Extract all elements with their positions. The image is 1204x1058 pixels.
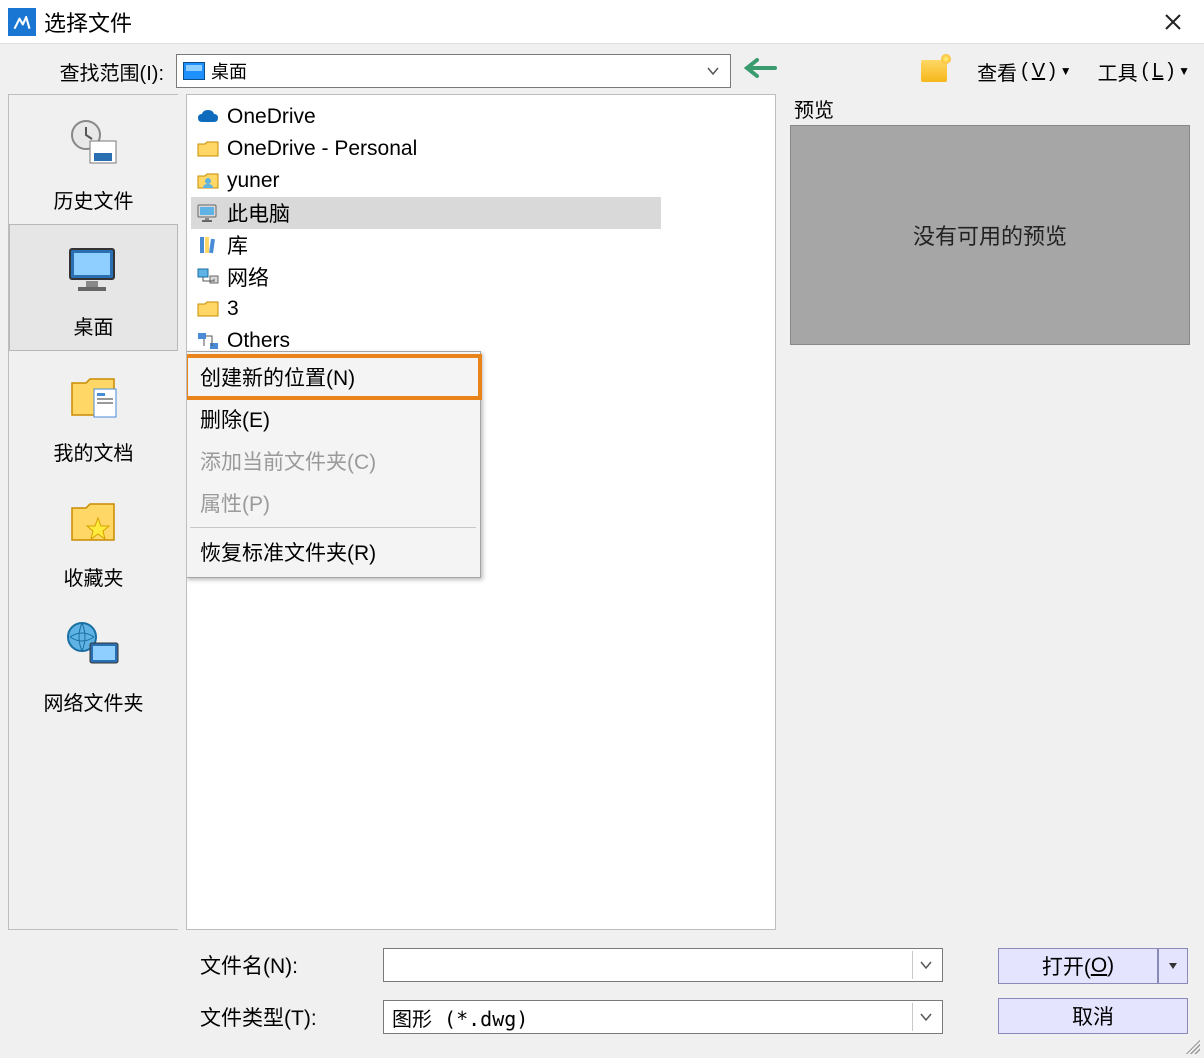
dialog-title: 选择文件 bbox=[44, 6, 1150, 38]
lookin-value: 桌面 bbox=[211, 58, 247, 84]
file-row[interactable]: 3 bbox=[191, 293, 771, 325]
new-folder-icon[interactable] bbox=[921, 60, 947, 82]
filename-input[interactable] bbox=[383, 948, 943, 982]
bottom-section: 文件名(N): 文件类型(T): 图形 (*.dwg) 打开(O) bbox=[0, 930, 1204, 1058]
context-menu-item-add-current: 添加当前文件夹(C) bbox=[186, 440, 480, 482]
places-sidebar: 历史文件 桌面 我的文档 收藏夹 bbox=[8, 94, 178, 930]
filename-row: 文件名(N): bbox=[200, 948, 964, 982]
preview-title: 预览 bbox=[790, 94, 1190, 125]
file-open-dialog: 选择文件 查找范围(I): 桌面 查看(V) ▼ 工具(L) ▼ bbox=[0, 0, 1204, 1058]
documents-icon bbox=[62, 365, 126, 429]
nodes-icon bbox=[195, 329, 221, 353]
center-column: OneDrive OneDrive - Personal yuner 此电脑 库 bbox=[186, 94, 776, 930]
sidebar-item-network[interactable]: 网络文件夹 bbox=[9, 601, 178, 726]
resize-grip[interactable] bbox=[1182, 1036, 1200, 1054]
close-button[interactable] bbox=[1150, 2, 1196, 42]
cancel-button[interactable]: 取消 bbox=[998, 998, 1188, 1034]
sidebar-item-documents[interactable]: 我的文档 bbox=[9, 351, 178, 476]
titlebar: 选择文件 bbox=[0, 0, 1204, 44]
triangle-down-icon: ▼ bbox=[1060, 64, 1072, 78]
file-row[interactable]: 网络 bbox=[191, 261, 771, 293]
library-icon bbox=[195, 233, 221, 257]
user-folder-icon bbox=[195, 169, 221, 193]
app-icon bbox=[8, 8, 36, 36]
filetype-row: 文件类型(T): 图形 (*.dwg) bbox=[200, 1000, 964, 1034]
file-row[interactable]: yuner bbox=[191, 165, 771, 197]
favorites-icon bbox=[62, 490, 126, 554]
file-row[interactable]: OneDrive bbox=[191, 101, 771, 133]
open-button-group: 打开(O) bbox=[998, 948, 1188, 984]
context-menu-item-new-location[interactable]: 创建新的位置(N) bbox=[186, 356, 480, 398]
folder-icon bbox=[195, 297, 221, 321]
close-icon bbox=[1163, 12, 1183, 32]
chevron-down-icon[interactable] bbox=[912, 1003, 938, 1031]
folder-icon bbox=[195, 137, 221, 161]
file-row[interactable]: OneDrive - Personal bbox=[191, 133, 771, 165]
filename-label: 文件名(N): bbox=[200, 950, 365, 980]
sidebar-item-favorites[interactable]: 收藏夹 bbox=[9, 476, 178, 601]
preview-column: 预览 没有可用的预览 bbox=[784, 94, 1190, 930]
triangle-down-icon bbox=[1167, 960, 1179, 972]
sidebar-item-history[interactable]: 历史文件 bbox=[9, 99, 178, 224]
computer-icon bbox=[195, 201, 221, 225]
preview-empty-text: 没有可用的预览 bbox=[913, 219, 1067, 251]
back-button[interactable] bbox=[743, 55, 777, 87]
open-dropdown-button[interactable] bbox=[1158, 948, 1188, 984]
filetype-label: 文件类型(T): bbox=[200, 1002, 365, 1032]
cloud-icon bbox=[195, 105, 221, 129]
file-listbox[interactable]: OneDrive OneDrive - Personal yuner 此电脑 库 bbox=[186, 94, 776, 930]
open-button[interactable]: 打开(O) bbox=[998, 948, 1158, 984]
network-folder-icon bbox=[62, 615, 126, 679]
file-row[interactable]: 库 bbox=[191, 229, 771, 261]
context-menu-item-delete[interactable]: 删除(E) bbox=[186, 398, 480, 440]
chevron-down-icon[interactable] bbox=[912, 951, 938, 979]
sidebar-item-desktop[interactable]: 桌面 bbox=[9, 224, 178, 351]
lookin-dropdown[interactable]: 桌面 bbox=[176, 54, 731, 88]
view-menu-button[interactable]: 查看(V) ▼ bbox=[977, 57, 1072, 86]
lookin-row: 查找范围(I): 桌面 查看(V) ▼ 工具(L) ▼ bbox=[0, 44, 1204, 94]
context-menu-item-properties: 属性(P) bbox=[186, 482, 480, 524]
tools-menu-button[interactable]: 工具(L) ▼ bbox=[1098, 57, 1190, 86]
history-icon bbox=[62, 113, 126, 177]
context-menu-separator bbox=[190, 527, 476, 528]
context-menu: 创建新的位置(N) 删除(E) 添加当前文件夹(C) 属性(P) 恢复标准文件夹… bbox=[186, 351, 481, 578]
network-icon bbox=[195, 265, 221, 289]
filetype-dropdown[interactable]: 图形 (*.dwg) bbox=[383, 1000, 943, 1034]
desktop-icon bbox=[183, 62, 205, 80]
context-menu-item-restore[interactable]: 恢复标准文件夹(R) bbox=[186, 531, 480, 573]
main-area: 历史文件 桌面 我的文档 收藏夹 bbox=[0, 94, 1204, 930]
file-row[interactable]: 此电脑 bbox=[191, 197, 661, 229]
preview-pane: 没有可用的预览 bbox=[790, 125, 1190, 345]
desktop-monitor-icon bbox=[62, 239, 126, 303]
chevron-down-icon bbox=[706, 62, 724, 80]
lookin-label: 查找范围(I): bbox=[14, 57, 164, 86]
triangle-down-icon: ▼ bbox=[1178, 64, 1190, 78]
